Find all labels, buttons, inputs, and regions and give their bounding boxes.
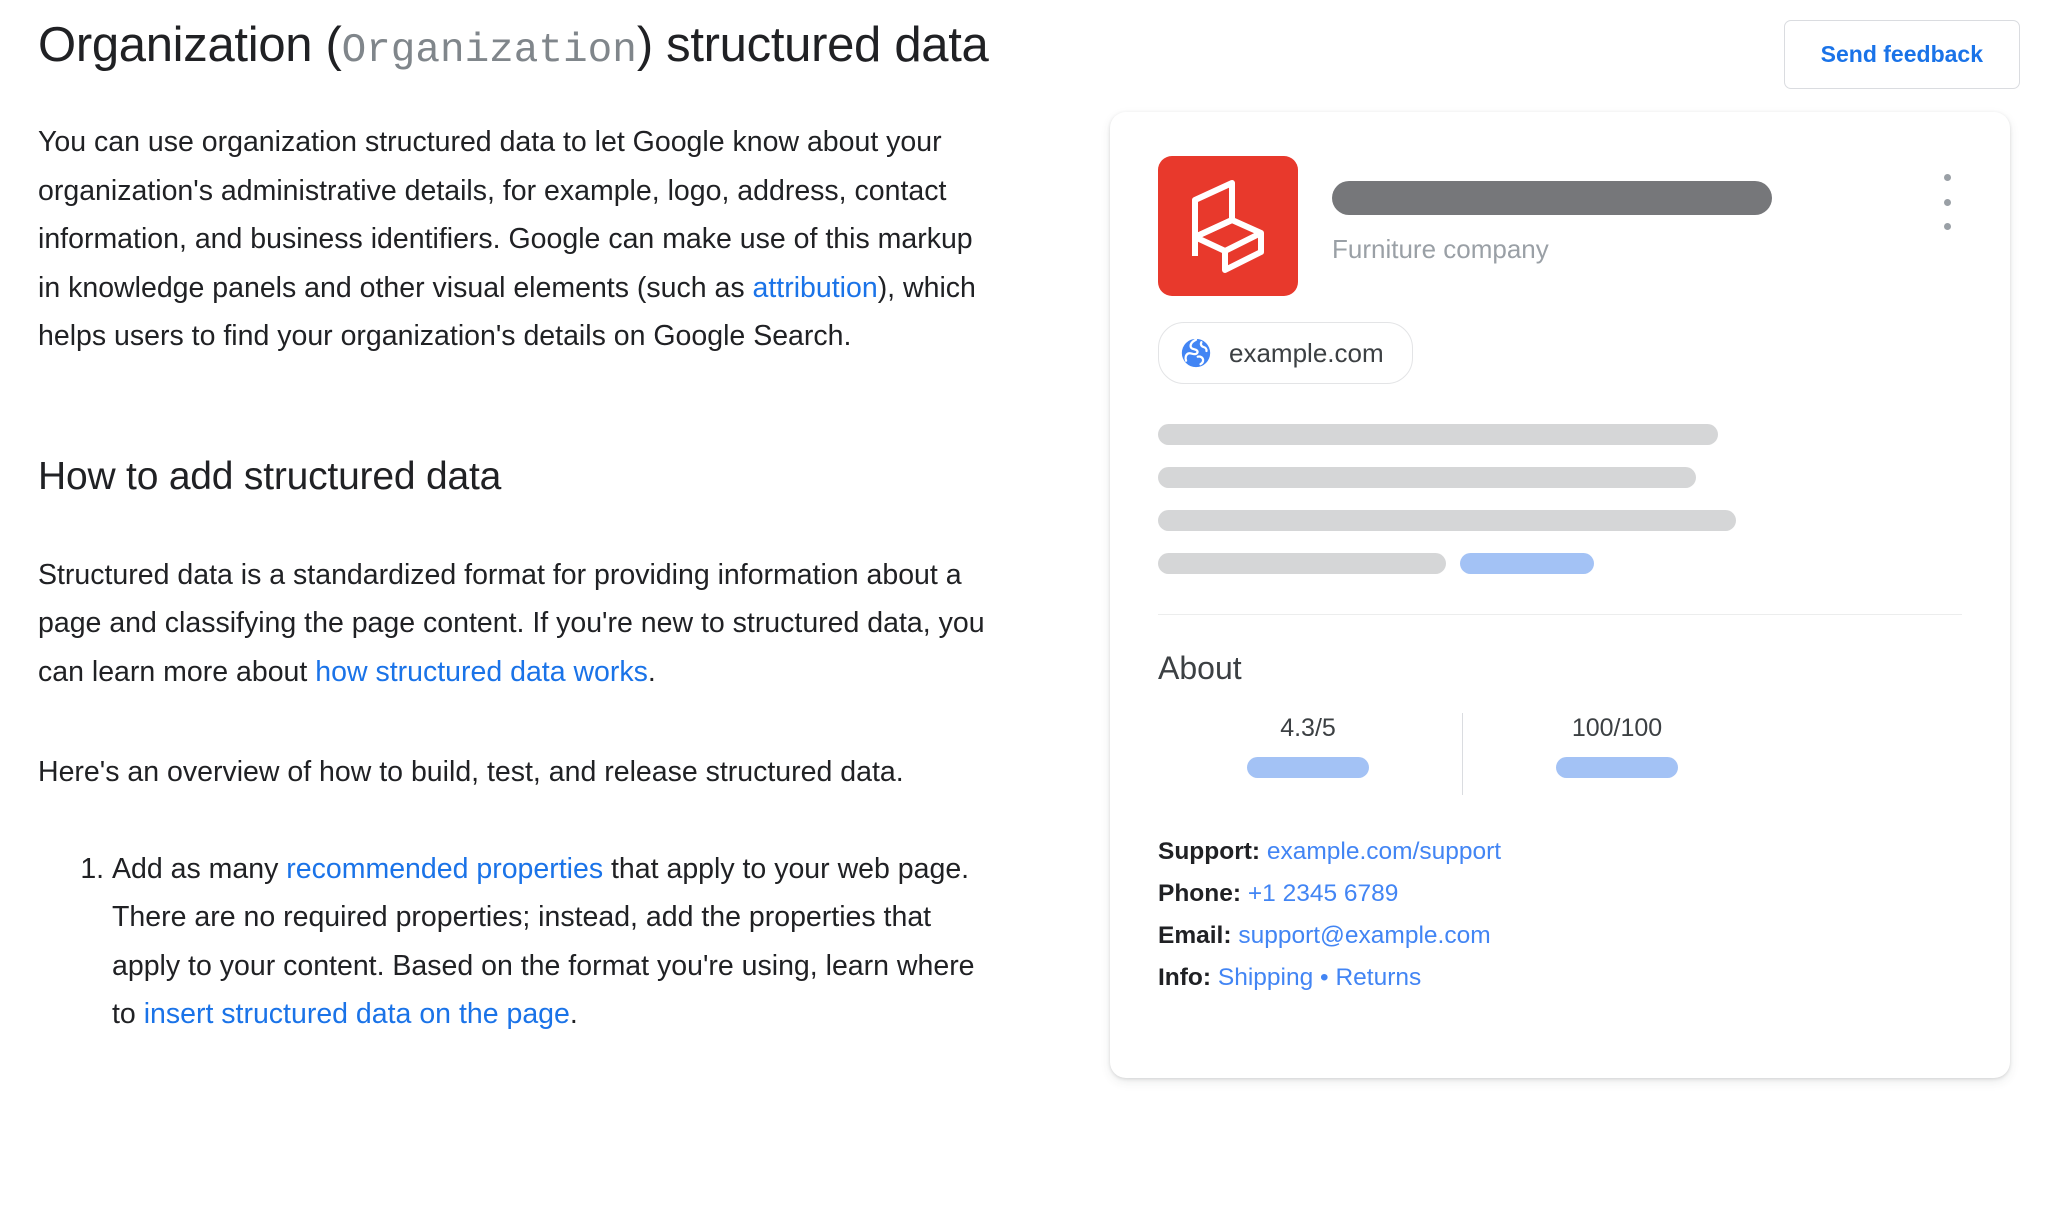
list-item: Add as many recommended properties that …	[112, 845, 1002, 1039]
rating-separator	[1462, 713, 1463, 795]
info-separator: •	[1320, 964, 1329, 991]
how-structured-data-works-link[interactable]: how structured data works	[315, 656, 648, 688]
contact-row-support: Support: example.com/support	[1158, 831, 1962, 873]
contact-row-email: Email: support@example.com	[1158, 915, 1962, 957]
support-url-link[interactable]: example.com/support	[1267, 838, 1501, 865]
contact-label: Phone:	[1158, 880, 1242, 907]
step-text-3: .	[569, 998, 578, 1030]
content-skeleton	[1158, 424, 1962, 574]
sd-text-after: .	[647, 655, 656, 688]
skeleton-bar	[1158, 467, 1696, 488]
intro-paragraph: You can use organization structured data…	[38, 118, 998, 361]
website-chip-label: example.com	[1229, 338, 1384, 368]
step-text-1: Add as many	[112, 852, 287, 885]
email-link[interactable]: support@example.com	[1238, 922, 1490, 949]
more-vert-icon[interactable]	[1934, 174, 1960, 230]
card-header: Furniture company	[1158, 156, 1962, 296]
rating-value: 100/100	[1571, 714, 1663, 742]
kebab-dot-3	[1943, 223, 1951, 230]
organization-name-placeholder	[1332, 181, 1772, 215]
globe-icon	[1181, 338, 1211, 368]
page-title: Organization (Organization) structured d…	[38, 14, 989, 82]
shipping-link[interactable]: Shipping	[1218, 964, 1313, 991]
overview-paragraph: Here's an overview of how to build, test…	[38, 756, 904, 788]
returns-link[interactable]: Returns	[1335, 964, 1421, 991]
contact-row-phone: Phone: +1 2345 6789	[1158, 873, 1962, 915]
kebab-dot-1	[1943, 174, 1951, 181]
skeleton-row	[1158, 510, 1962, 531]
contact-label: Info:	[1158, 964, 1212, 991]
skeleton-row	[1158, 553, 1962, 574]
organization-logo	[1158, 156, 1298, 296]
skeleton-bar-highlight	[1460, 553, 1594, 574]
kebab-dot-2	[1943, 198, 1951, 206]
ratings-row: 4.3/5 100/100	[1158, 713, 1962, 795]
contact-label: Email:	[1158, 922, 1232, 949]
structured-data-paragraph: Structured data is a standardized format…	[38, 551, 998, 697]
steps-list: Add as many recommended properties that …	[38, 845, 1023, 1039]
section-heading-how-to-add: How to add structured data	[38, 454, 502, 498]
card-header-text: Furniture company	[1332, 156, 1962, 265]
page-root: Organization (Organization) structured d…	[0, 0, 2052, 1216]
page-title-suffix: ) structured data	[636, 18, 989, 72]
page-title-code: Organization	[341, 28, 637, 74]
skeleton-row	[1158, 467, 1962, 488]
send-feedback-button[interactable]: Send feedback	[1783, 20, 2020, 89]
website-chip[interactable]: example.com	[1158, 322, 1413, 384]
skeleton-bar	[1158, 510, 1736, 531]
skeleton-row	[1158, 424, 1962, 445]
phone-link[interactable]: +1 2345 6789	[1248, 880, 1399, 907]
article-content: You can use organization structured data…	[38, 118, 1023, 1039]
rating-value: 4.3/5	[1280, 714, 1336, 742]
skeleton-bar	[1158, 424, 1718, 445]
organization-subtitle: Furniture company	[1332, 234, 1549, 264]
recommended-properties-link[interactable]: recommended properties	[286, 853, 603, 885]
chair-logo-icon	[1192, 180, 1264, 273]
rating-pill	[1247, 757, 1369, 778]
contact-label: Support:	[1158, 838, 1261, 865]
knowledge-panel-card: Furniture company example.com About 4.3/…	[1110, 112, 2010, 1078]
card-divider	[1158, 614, 1962, 615]
attribution-link[interactable]: attribution	[753, 272, 878, 304]
rating-cell-review-score: 4.3/5	[1158, 713, 1458, 795]
skeleton-bar	[1158, 553, 1446, 574]
contact-row-info: Info: Shipping • Returns	[1158, 957, 1962, 999]
page-title-prefix: Organization (	[38, 18, 342, 72]
rating-cell-score: 100/100	[1467, 713, 1767, 795]
about-heading: About	[1158, 650, 1242, 686]
contact-details: Support: example.com/support Phone: +1 2…	[1158, 831, 1962, 999]
rating-pill	[1556, 757, 1678, 778]
page-header: Organization (Organization) structured d…	[0, 0, 2052, 100]
insert-structured-data-link[interactable]: insert structured data on the page	[144, 998, 570, 1030]
